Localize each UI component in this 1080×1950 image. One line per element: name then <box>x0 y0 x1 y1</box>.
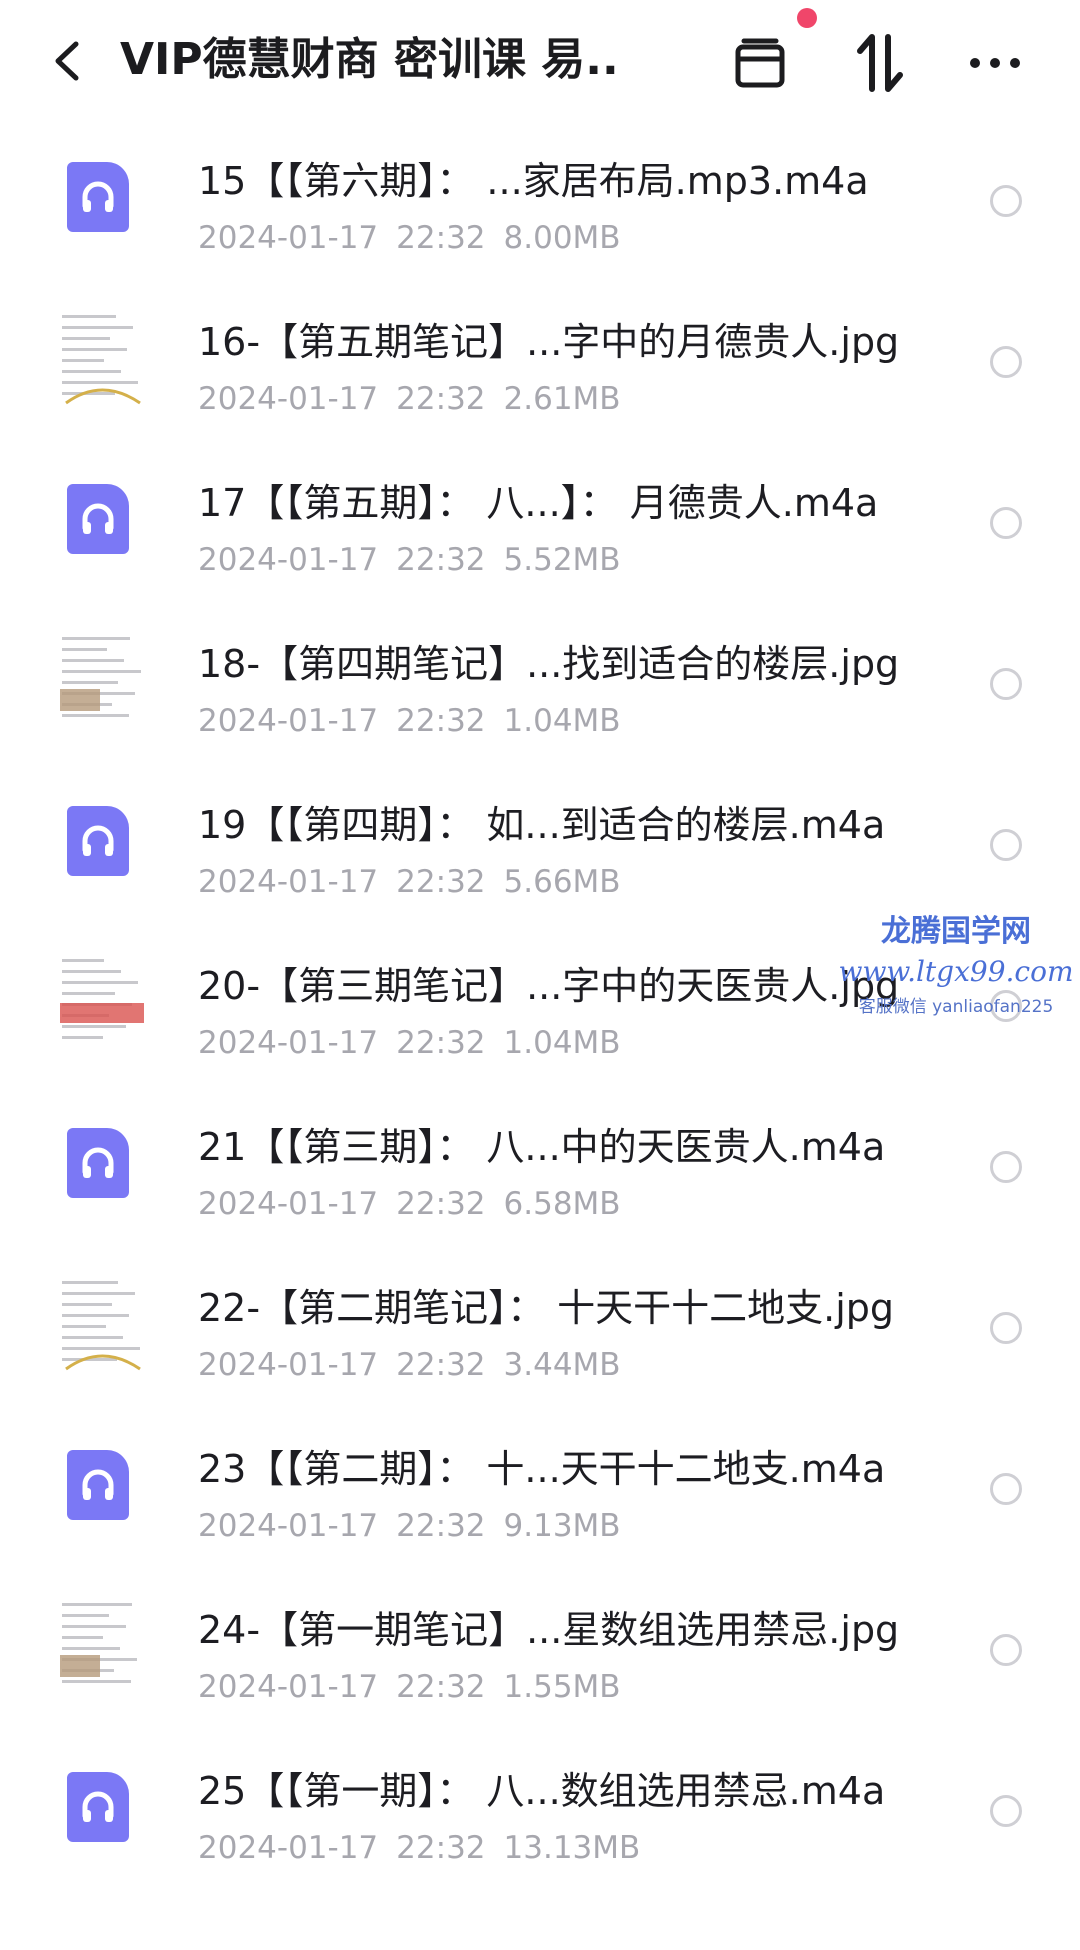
watermark-site-name: 龙腾国学网 <box>881 914 1031 949</box>
list-item[interactable]: 19【【第四期】： 如...到适合的楼层.m4a 2024-01-17 22:32 5… <box>0 770 1080 931</box>
select-radio[interactable] <box>990 1473 1022 1505</box>
file-meta: 2024-01-17 22:32 3.44MB <box>198 1343 898 1387</box>
file-meta: 2024-01-17 22:32 1.04MB <box>198 699 898 743</box>
file-size: 13.13MB <box>503 1830 641 1866</box>
file-meta: 2024-01-17 22:32 13.13MB <box>198 1826 898 1870</box>
file-time: 22:32 <box>396 1669 486 1705</box>
list-item[interactable]: 24-【第一期笔记】...星数组选用禁忌.jpg 2024-01-17 22:32 1… <box>0 1575 1080 1736</box>
file-name: 16-【第五期笔记】...字中的月德贵人.jpg <box>198 320 900 364</box>
file-date: 2024-01-17 <box>198 864 379 900</box>
file-name: 21【【第三期】： 八...中的天医贵人.m4a <box>198 1125 886 1169</box>
file-time: 22:32 <box>396 220 486 256</box>
file-size: 8.00MB <box>503 220 621 256</box>
file-size: 5.52MB <box>503 542 621 578</box>
file-size: 6.58MB <box>503 1186 621 1222</box>
image-thumbnail <box>56 1595 148 1700</box>
file-meta: 2024-01-17 22:32 5.66MB <box>198 860 898 904</box>
file-date: 2024-01-17 <box>198 703 379 739</box>
file-meta: 2024-01-17 22:32 8.00MB <box>198 216 898 260</box>
top-bar: VIP德慧财商 密训课 易... <box>0 0 1080 122</box>
list-item[interactable]: 22-【第二期笔记】： 十天干十二地支.jpg 2024-01-17 22:32 3.… <box>0 1253 1080 1414</box>
watermark: 龙腾国学网 www.ltgx99.com 客服微信 yanliaofan225 <box>836 912 1076 1042</box>
file-name: 25【【第一期】： 八...数组选用禁忌.m4a <box>198 1769 886 1813</box>
list-item[interactable]: 17【【第五期】： 八...】： 月德贵人.m4a 2024-01-17 22:32… <box>0 448 1080 609</box>
audio-file-icon <box>67 484 129 554</box>
file-date: 2024-01-17 <box>198 1025 379 1061</box>
more-icon[interactable] <box>960 28 1030 98</box>
file-date: 2024-01-17 <box>198 1508 379 1544</box>
list-item[interactable]: 23【【第二期】： 十...天干十二地支.m4a 2024-01-17 22:32 9… <box>0 1414 1080 1575</box>
select-radio[interactable] <box>990 507 1022 539</box>
select-radio[interactable] <box>990 1634 1022 1666</box>
list-item[interactable]: 21【【第三期】： 八...中的天医贵人.m4a 2024-01-17 22:32 6… <box>0 1092 1080 1253</box>
file-size: 3.44MB <box>503 1347 621 1383</box>
file-time: 22:32 <box>396 1508 486 1544</box>
file-date: 2024-01-17 <box>198 220 379 256</box>
list-item[interactable]: 18-【第四期笔记】...找到适合的楼层.jpg 2024-01-17 22:32 1… <box>0 609 1080 770</box>
file-date: 2024-01-17 <box>198 1669 379 1705</box>
archive-box-icon[interactable] <box>725 28 795 98</box>
file-name: 19【【第四期】： 如...到适合的楼层.m4a <box>198 803 886 847</box>
file-meta: 2024-01-17 22:32 2.61MB <box>198 377 898 421</box>
select-radio[interactable] <box>990 1795 1022 1827</box>
image-thumbnail <box>56 951 148 1056</box>
file-meta: 2024-01-17 22:32 1.55MB <box>198 1665 898 1709</box>
file-date: 2024-01-17 <box>198 1347 379 1383</box>
file-time: 22:32 <box>396 864 486 900</box>
select-radio[interactable] <box>990 1151 1022 1183</box>
list-item[interactable]: 16-【第五期笔记】...字中的月德贵人.jpg 2024-01-17 22:32 2… <box>0 287 1080 448</box>
file-time: 22:32 <box>396 1830 486 1866</box>
file-name: 18-【第四期笔记】...找到适合的楼层.jpg <box>198 642 900 686</box>
file-date: 2024-01-17 <box>198 1830 379 1866</box>
file-meta: 2024-01-17 22:32 6.58MB <box>198 1182 898 1226</box>
audio-file-icon <box>67 1128 129 1198</box>
file-meta: 2024-01-17 22:32 5.52MB <box>198 538 898 582</box>
watermark-url: www.ltgx99.com <box>838 955 1074 988</box>
file-meta: 2024-01-17 22:32 9.13MB <box>198 1504 898 1548</box>
file-name: 20-【第三期笔记】...字中的天医贵人.jpg <box>198 964 900 1008</box>
file-time: 22:32 <box>396 381 486 417</box>
image-thumbnail <box>56 1273 148 1378</box>
watermark-contact: 客服微信 yanliaofan225 <box>858 997 1054 1017</box>
file-size: 2.61MB <box>503 381 621 417</box>
page-title: VIP德慧财商 密训课 易... <box>120 34 620 85</box>
select-radio[interactable] <box>990 668 1022 700</box>
image-thumbnail <box>56 307 148 412</box>
file-size: 1.55MB <box>503 1669 621 1705</box>
select-radio[interactable] <box>990 1312 1022 1344</box>
file-name: 15【【第六期】： ...家居布局.mp3.m4a <box>198 159 869 203</box>
select-radio[interactable] <box>990 185 1022 217</box>
image-thumbnail <box>56 629 148 734</box>
back-icon[interactable] <box>46 36 86 86</box>
notification-dot <box>797 8 817 28</box>
file-size: 5.66MB <box>503 864 621 900</box>
list-item[interactable]: 15【【第六期】： ...家居布局.mp3.m4a 2024-01-17 22:32… <box>0 126 1080 287</box>
file-size: 1.04MB <box>503 703 621 739</box>
audio-file-icon <box>67 806 129 876</box>
file-name: 22-【第二期笔记】： 十天干十二地支.jpg <box>198 1286 895 1330</box>
file-name: 17【【第五期】： 八...】： 月德贵人.m4a <box>198 481 879 525</box>
select-radio[interactable] <box>990 829 1022 861</box>
file-name: 24-【第一期笔记】...星数组选用禁忌.jpg <box>198 1608 900 1652</box>
sort-icon[interactable] <box>845 28 915 98</box>
file-time: 22:32 <box>396 1025 486 1061</box>
select-radio[interactable] <box>990 346 1022 378</box>
file-date: 2024-01-17 <box>198 542 379 578</box>
audio-file-icon <box>67 1772 129 1842</box>
file-time: 22:32 <box>396 1186 486 1222</box>
file-size: 1.04MB <box>503 1025 621 1061</box>
file-time: 22:32 <box>396 703 486 739</box>
file-meta: 2024-01-17 22:32 1.04MB <box>198 1021 898 1065</box>
file-date: 2024-01-17 <box>198 1186 379 1222</box>
file-size: 9.13MB <box>503 1508 621 1544</box>
file-name: 23【【第二期】： 十...天干十二地支.m4a <box>198 1447 886 1491</box>
file-time: 22:32 <box>396 542 486 578</box>
audio-file-icon <box>67 1450 129 1520</box>
file-time: 22:32 <box>396 1347 486 1383</box>
file-date: 2024-01-17 <box>198 381 379 417</box>
audio-file-icon <box>67 162 129 232</box>
list-item[interactable]: 25【【第一期】： 八...数组选用禁忌.m4a 2024-01-17 22:32 1… <box>0 1736 1080 1897</box>
